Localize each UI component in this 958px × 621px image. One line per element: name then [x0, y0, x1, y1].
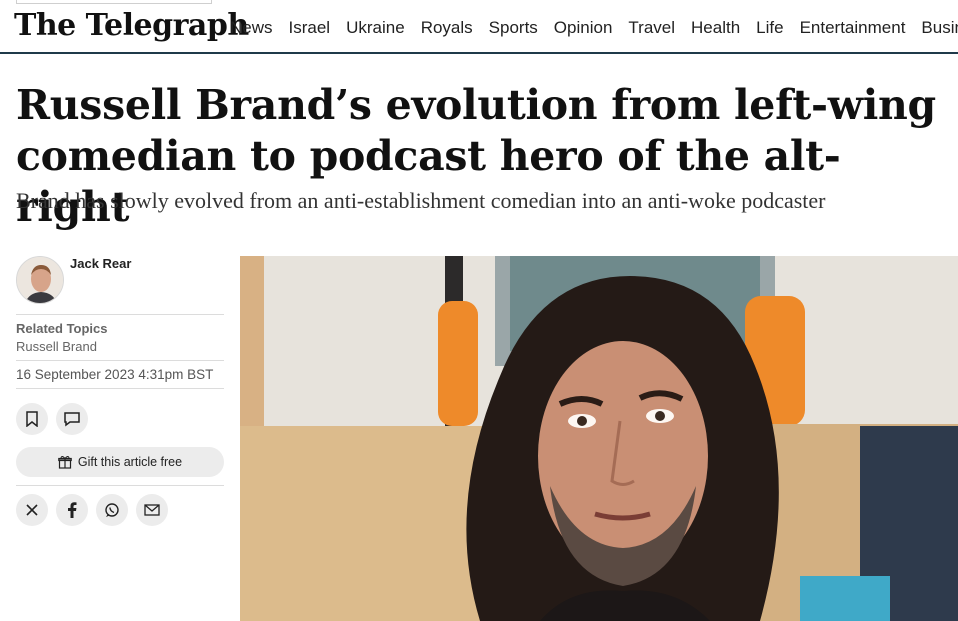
- divider: [16, 485, 224, 486]
- nav-item-health[interactable]: Health: [691, 18, 740, 38]
- related-topics-label: Related Topics: [16, 321, 108, 336]
- share-facebook-button[interactable]: [56, 494, 88, 526]
- email-icon: [144, 504, 160, 516]
- divider: [16, 360, 224, 361]
- nav-item-news[interactable]: News: [230, 18, 273, 38]
- author-name[interactable]: Jack Rear: [70, 256, 131, 308]
- comment-icon: [64, 412, 80, 427]
- share-row: [16, 494, 224, 526]
- whatsapp-icon: [105, 503, 119, 517]
- divider: [16, 314, 224, 315]
- nav-item-entertainment[interactable]: Entertainment: [800, 18, 906, 38]
- nav-item-ukraine[interactable]: Ukraine: [346, 18, 405, 38]
- gift-icon: [58, 455, 72, 469]
- site-header: The Telegraph News Israel Ukraine Royals…: [0, 0, 958, 54]
- article-hero-image: [240, 256, 958, 621]
- article-actions: [16, 403, 224, 435]
- share-email-button[interactable]: [136, 494, 168, 526]
- nav-item-royals[interactable]: Royals: [421, 18, 473, 38]
- bookmark-icon: [26, 411, 38, 427]
- article-standfirst: Brand has slowly evolved from an anti-es…: [16, 188, 826, 213]
- avatar[interactable]: [16, 256, 64, 304]
- nav-item-opinion[interactable]: Opinion: [554, 18, 613, 38]
- nav-item-sports[interactable]: Sports: [489, 18, 538, 38]
- article-sidebar: Jack Rear Related Topics Russell Brand 1…: [16, 256, 224, 526]
- comment-button[interactable]: [56, 403, 88, 435]
- gift-label: Gift this article free: [77, 455, 183, 469]
- main-nav: News Israel Ukraine Royals Sports Opinio…: [230, 18, 958, 38]
- facebook-icon: [68, 502, 77, 518]
- nav-item-israel[interactable]: Israel: [289, 18, 331, 38]
- nav-item-business[interactable]: Business: [921, 18, 958, 38]
- divider: [16, 388, 224, 389]
- share-x-button[interactable]: [16, 494, 48, 526]
- x-icon: [26, 504, 38, 516]
- related-topic-link[interactable]: Russell Brand: [16, 339, 224, 354]
- gift-article-button[interactable]: Gift this article free: [16, 447, 224, 477]
- nav-item-travel[interactable]: Travel: [628, 18, 675, 38]
- publish-date: 16 September 2023 4:31pm BST: [16, 367, 214, 382]
- nav-item-life[interactable]: Life: [756, 18, 783, 38]
- telegraph-logo[interactable]: The Telegraph: [14, 8, 249, 43]
- bookmark-button[interactable]: [16, 403, 48, 435]
- share-whatsapp-button[interactable]: [96, 494, 128, 526]
- author-block: Jack Rear: [16, 256, 224, 308]
